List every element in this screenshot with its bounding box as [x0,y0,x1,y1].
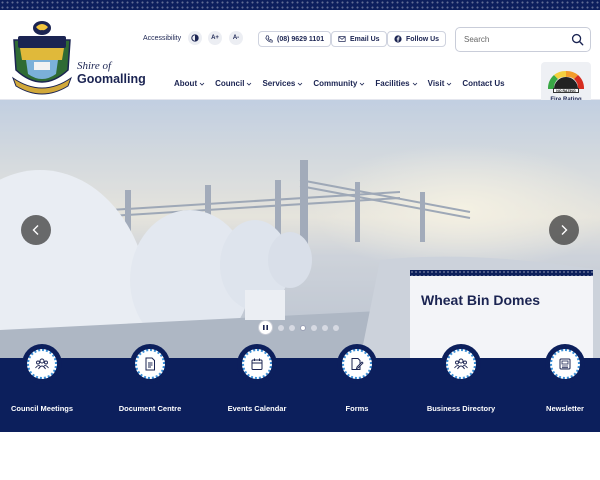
slider-dot-3[interactable] [300,324,306,331]
follow-label: Follow Us [406,35,440,43]
shire-logo[interactable] [10,18,74,96]
slider-next-button[interactable] [549,215,579,245]
slider-prev-button[interactable] [21,215,51,245]
quick-links-bar: Council Meetings Document Centre Events … [0,344,600,432]
slide-title: Wheat Bin Domes [421,292,541,308]
hero-slider: Wheat Bin Domes [0,100,600,360]
quick-link-label: Forms [345,404,369,413]
chevron-down-icon [360,82,365,86]
phone-button[interactable]: (08) 9629 1101 [258,31,332,47]
calendar-icon [251,358,263,370]
site-header: Shire of Goomalling Accessibility A+ A- … [0,10,600,106]
nav-item-facilities[interactable]: Facilities [375,79,417,88]
slider-dot-1[interactable] [278,324,284,331]
email-icon [338,36,346,42]
slider-dot-5[interactable] [322,324,328,331]
form-edit-icon [351,358,364,370]
quick-link-label: Newsletter [546,404,584,413]
document-icon [145,357,155,371]
pause-icon [263,325,268,330]
caption-decorative-stripe [410,270,593,276]
email-label: Email Us [350,35,380,43]
slider-pause-button[interactable] [258,320,273,335]
phone-icon [265,35,273,43]
chevron-down-icon [298,82,303,86]
site-name-main: Goomalling [77,72,146,86]
contrast-toggle-button[interactable] [188,31,202,45]
newsletter-icon [559,358,571,370]
slider-pagination [258,320,339,335]
slider-dot-6[interactable] [333,324,339,331]
page: Shire of Goomalling Accessibility A+ A- … [0,0,600,480]
nav-item-services[interactable]: Services [262,79,303,88]
search-box [455,27,591,52]
search-input[interactable] [464,32,564,47]
chevron-down-icon [199,82,205,86]
quick-link-council-meetings[interactable]: Council Meetings [0,344,87,418]
phone-number: (08) 9629 1101 [277,35,325,43]
quick-link-label: Events Calendar [227,404,287,413]
nav-item-council[interactable]: Council [215,79,252,88]
chevron-left-icon [32,225,39,235]
nav-item-about[interactable]: About [174,79,205,88]
fire-rating-status: NO RATING [553,88,579,93]
people-icon [454,358,468,370]
search-icon[interactable] [571,33,584,46]
font-increase-button[interactable]: A+ [208,31,222,45]
quick-link-document-centre[interactable]: Document Centre [105,344,195,418]
nav-item-contact-us[interactable]: Contact Us [462,79,504,88]
quick-link-label: Document Centre [118,404,182,413]
quick-link-business-directory[interactable]: Business Directory [416,344,506,418]
follow-us-button[interactable]: Follow Us [387,31,447,47]
top-decorative-band [0,0,600,10]
chevron-down-icon [247,82,252,86]
chevron-down-icon [447,82,452,86]
people-icon [35,358,49,370]
slider-dot-4[interactable] [311,324,317,331]
quick-link-label: Council Meetings [10,404,74,413]
chevron-right-icon [561,225,568,235]
quick-link-label: Business Directory [426,404,496,413]
contrast-icon [191,34,199,42]
quick-link-events-calendar[interactable]: Events Calendar [212,344,302,418]
accessibility-label: Accessibility [143,35,182,42]
quick-link-newsletter[interactable]: Newsletter [520,344,600,418]
quick-link-forms[interactable]: Forms [312,344,402,418]
main-nav: About Council Services Community Facilit… [174,79,515,88]
nav-item-community[interactable]: Community [313,79,365,88]
font-decrease-button[interactable]: A- [229,31,243,45]
chevron-down-icon [412,82,417,86]
slider-dot-2[interactable] [289,324,295,331]
site-name[interactable]: Shire of Goomalling [77,60,146,86]
email-button[interactable]: Email Us [331,31,387,47]
nav-item-visit[interactable]: Visit [428,79,453,88]
facebook-icon [394,35,402,43]
